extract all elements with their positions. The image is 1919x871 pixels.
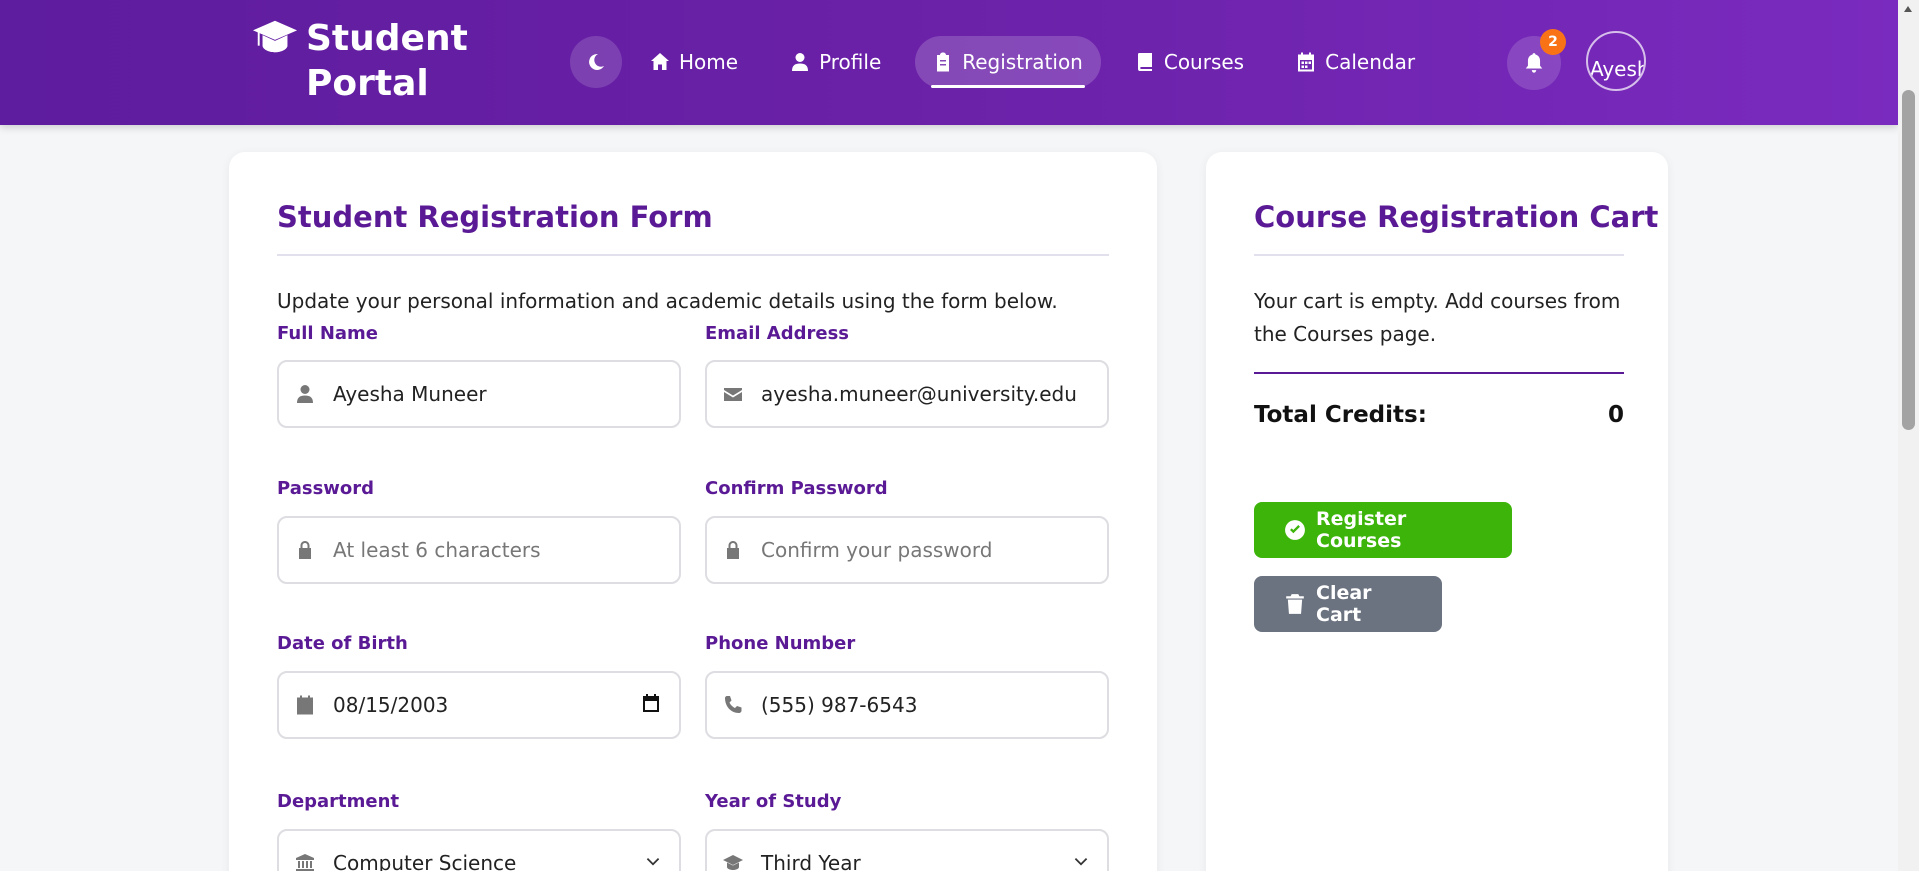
brand-title: Student Portal bbox=[306, 18, 468, 104]
department-value: Computer Science bbox=[333, 851, 517, 871]
nav-calendar[interactable]: Calendar bbox=[1278, 36, 1433, 88]
page-scrollbar[interactable] bbox=[1898, 0, 1919, 871]
phone-label: Phone Number bbox=[705, 633, 856, 654]
nav-home-label: Home bbox=[679, 50, 739, 74]
cart-title: Course Registration Cart bbox=[1254, 200, 1659, 234]
graduation-cap-icon bbox=[723, 855, 743, 870]
year-label: Year of Study bbox=[705, 791, 842, 812]
password-label: Password bbox=[277, 478, 375, 499]
cart-empty-message: Your cart is empty. Add courses from the… bbox=[1254, 289, 1621, 346]
form-divider bbox=[277, 254, 1109, 256]
nav-registration-label: Registration bbox=[962, 50, 1083, 74]
notification-count-badge: 2 bbox=[1540, 29, 1566, 55]
year-select[interactable]: Third Year bbox=[705, 829, 1109, 871]
calendar-picker-icon bbox=[643, 694, 659, 712]
password-placeholder: At least 6 characters bbox=[333, 538, 541, 562]
email-value: ayesha.muneer@university.edu bbox=[761, 382, 1077, 406]
nav-calendar-label: Calendar bbox=[1325, 50, 1416, 74]
calendar-icon bbox=[297, 695, 313, 715]
form-intro: Update your personal information and aca… bbox=[277, 289, 1058, 313]
confirm-password-input[interactable]: Confirm your password bbox=[705, 516, 1109, 584]
nav-courses[interactable]: Courses bbox=[1117, 36, 1262, 88]
date-picker-button[interactable] bbox=[641, 693, 661, 717]
cart-divider bbox=[1254, 254, 1624, 256]
full-name-value: Ayesha Muneer bbox=[333, 382, 487, 406]
total-credits-row: Total Credits: 0 bbox=[1254, 372, 1624, 428]
department-select[interactable]: Computer Science bbox=[277, 829, 681, 871]
register-courses-button[interactable]: Register Courses bbox=[1254, 502, 1512, 558]
clipboard-icon bbox=[937, 52, 950, 72]
total-credits-label: Total Credits: bbox=[1254, 402, 1427, 428]
email-label: Email Address bbox=[705, 323, 850, 344]
dob-input[interactable]: 08/15/2003 bbox=[277, 671, 681, 739]
full-name-label: Full Name bbox=[277, 323, 378, 344]
full-name-input[interactable]: Ayesha Muneer bbox=[277, 360, 681, 428]
total-credits-value: 0 bbox=[1607, 402, 1624, 428]
envelope-icon bbox=[724, 388, 742, 401]
confirm-password-label: Confirm Password bbox=[705, 478, 888, 499]
page: Student Portal Home Profile Registration bbox=[0, 0, 1919, 871]
clear-cart-button[interactable]: Clear Cart bbox=[1254, 576, 1442, 632]
graduation-cap-icon bbox=[252, 20, 298, 53]
home-icon bbox=[651, 53, 669, 70]
bell-icon bbox=[1525, 53, 1543, 73]
form-title: Student Registration Form bbox=[277, 200, 713, 234]
dob-label: Date of Birth bbox=[277, 633, 408, 654]
trash-icon bbox=[1286, 594, 1304, 614]
nav-profile[interactable]: Profile bbox=[772, 36, 899, 88]
password-input[interactable]: At least 6 characters bbox=[277, 516, 681, 584]
lock-icon bbox=[727, 541, 739, 559]
lock-icon bbox=[299, 541, 311, 559]
avatar-alt-text: Ayesh bbox=[1590, 57, 1646, 81]
nav-home[interactable]: Home bbox=[632, 36, 756, 88]
moon-icon bbox=[589, 53, 604, 70]
calendar-icon bbox=[1298, 52, 1315, 72]
nav-profile-label: Profile bbox=[819, 50, 882, 74]
scroll-up-arrow-icon[interactable] bbox=[1904, 6, 1912, 12]
year-value: Third Year bbox=[761, 851, 861, 871]
register-courses-label: Register Courses bbox=[1316, 508, 1407, 552]
user-icon bbox=[297, 385, 313, 403]
registration-form-card: Student Registration Form Update your pe… bbox=[229, 152, 1157, 871]
check-circle-icon bbox=[1285, 520, 1305, 540]
brand-logo[interactable]: Student Portal bbox=[252, 16, 492, 106]
top-navbar: Student Portal Home Profile Registration bbox=[0, 0, 1898, 125]
dark-mode-toggle[interactable] bbox=[570, 36, 622, 88]
chevron-down-icon bbox=[645, 853, 661, 871]
scrollbar-thumb[interactable] bbox=[1902, 90, 1915, 430]
avatar[interactable]: Ayesh bbox=[1586, 31, 1646, 91]
user-icon bbox=[792, 53, 809, 71]
phone-icon bbox=[725, 696, 742, 713]
chevron-down-icon bbox=[1073, 853, 1089, 871]
clear-cart-label: Clear Cart bbox=[1316, 582, 1372, 626]
building-columns-icon bbox=[296, 854, 314, 871]
email-input[interactable]: ayesha.muneer@university.edu bbox=[705, 360, 1109, 428]
confirm-password-placeholder: Confirm your password bbox=[761, 538, 993, 562]
phone-value: (555) 987-6543 bbox=[761, 693, 918, 717]
department-label: Department bbox=[277, 791, 400, 812]
phone-input[interactable]: (555) 987-6543 bbox=[705, 671, 1109, 739]
main-nav: Home Profile Registration Courses Calend… bbox=[570, 35, 1449, 89]
nav-registration[interactable]: Registration bbox=[915, 36, 1101, 88]
dob-value: 08/15/2003 bbox=[333, 693, 449, 717]
course-cart-card: Course Registration Cart Your cart is em… bbox=[1206, 152, 1668, 871]
nav-courses-label: Courses bbox=[1163, 50, 1245, 74]
book-icon bbox=[1137, 53, 1152, 71]
